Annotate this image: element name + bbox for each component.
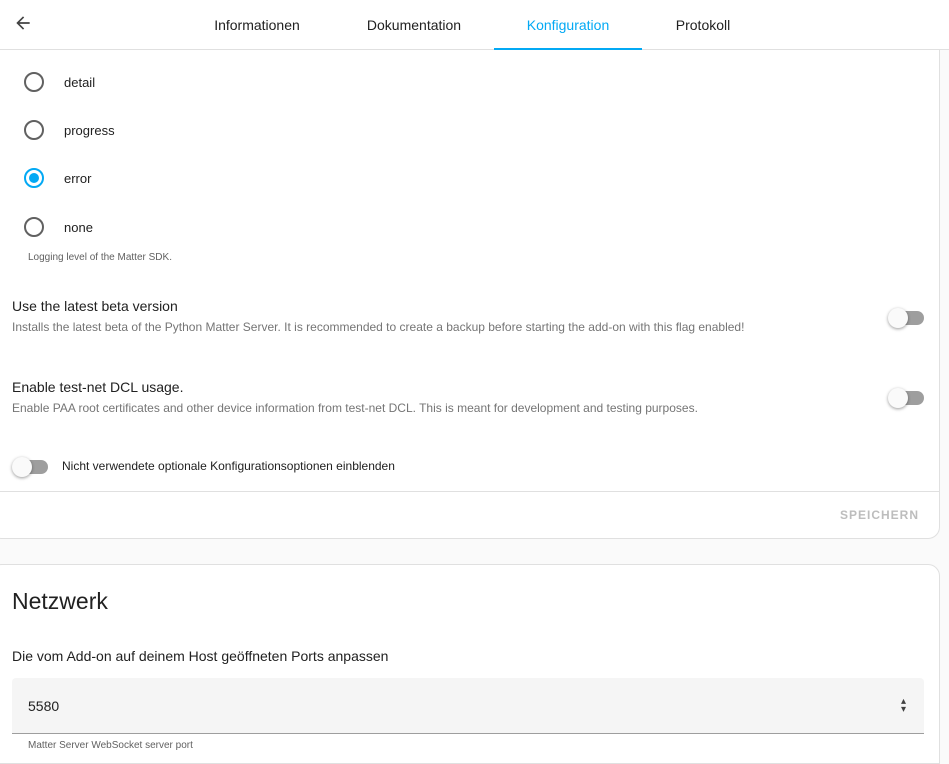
save-button[interactable]: SPEICHERN: [840, 508, 919, 522]
radio-label: progress: [64, 122, 115, 138]
radio-button-selected[interactable]: [24, 168, 44, 188]
back-button[interactable]: [10, 10, 36, 36]
tab-label: Konfiguration: [526, 17, 610, 33]
beta-option-description: Installs the latest beta of the Python M…: [12, 320, 745, 334]
network-card: [0, 564, 940, 764]
arrow-left-icon: [16, 16, 30, 30]
radio-button[interactable]: [24, 72, 44, 92]
network-title: Netzwerk: [12, 588, 108, 614]
tab-konfiguration[interactable]: Konfiguration: [494, 0, 642, 50]
show-unused-toggle[interactable]: [12, 456, 48, 477]
radio-button[interactable]: [24, 217, 44, 237]
radio-button[interactable]: [24, 120, 44, 140]
radio-option-error[interactable]: error: [24, 163, 91, 193]
tab-protokoll[interactable]: Protokoll: [662, 0, 744, 50]
network-description: Die vom Add-on auf deinem Host geöffnete…: [12, 648, 389, 664]
tab-label: Protokoll: [675, 17, 731, 33]
radio-label: error: [64, 170, 92, 186]
tab-label: Dokumentation: [366, 17, 462, 33]
port-value: 5580: [28, 698, 60, 714]
divider: [0, 491, 940, 492]
stepper-icon[interactable]: ▴ ▾: [901, 697, 906, 715]
radio-label: none: [64, 219, 93, 235]
testnet-option-description: Enable PAA root certificates and other d…: [12, 401, 698, 415]
beta-option-title: Use the latest beta version: [12, 298, 178, 314]
tab-informationen[interactable]: Informationen: [198, 0, 316, 50]
port-input[interactable]: 5580 ▴ ▾: [12, 678, 924, 734]
toggle-thumb: [888, 308, 908, 328]
beta-toggle[interactable]: [888, 307, 924, 328]
tab-dokumentation[interactable]: Dokumentation: [352, 0, 476, 50]
port-helper: Matter Server WebSocket server port: [28, 740, 193, 751]
tab-label: Informationen: [214, 17, 300, 33]
radio-option-none[interactable]: none: [24, 212, 93, 242]
testnet-option-title: Enable test-net DCL usage.: [12, 379, 184, 395]
log-level-helper: Logging level of the Matter SDK.: [28, 252, 172, 263]
show-unused-label: Nicht verwendete optionale Konfiguration…: [62, 459, 395, 473]
toggle-thumb: [12, 457, 32, 477]
toggle-thumb: [888, 388, 908, 408]
testnet-toggle[interactable]: [888, 387, 924, 408]
radio-option-progress[interactable]: progress: [24, 115, 115, 145]
radio-option-detail[interactable]: detail: [24, 67, 95, 97]
radio-label: detail: [64, 74, 96, 90]
top-bar: Informationen Dokumentation Konfiguratio…: [0, 0, 949, 50]
